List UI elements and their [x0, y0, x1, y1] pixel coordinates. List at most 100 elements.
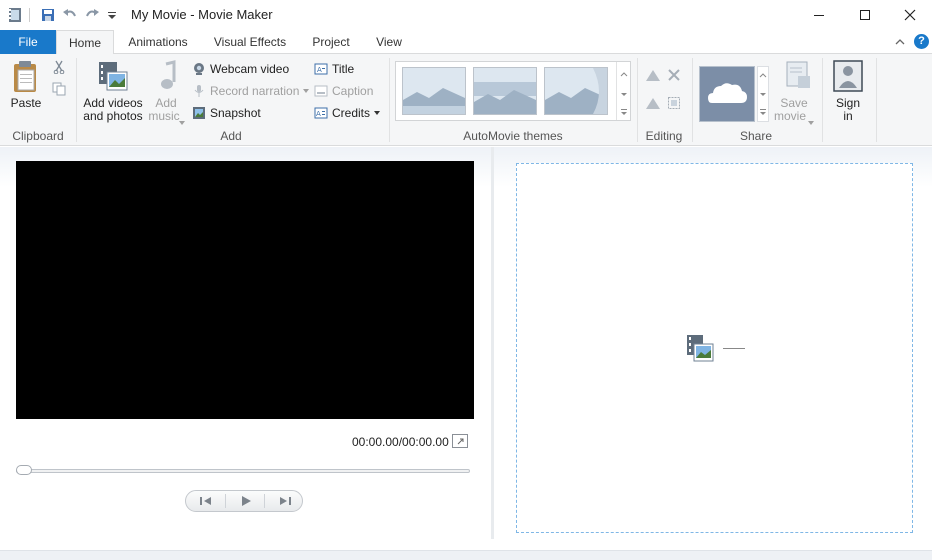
group-separator: [76, 58, 77, 142]
select-all-icon[interactable]: [667, 96, 681, 110]
save-icon[interactable]: [39, 6, 57, 24]
caption-label: Caption: [332, 84, 374, 98]
close-button[interactable]: [887, 0, 932, 30]
customize-qat-icon[interactable]: [103, 6, 121, 24]
svg-text:A: A: [317, 66, 322, 74]
save-movie-label-2[interactable]: movie: [772, 110, 808, 123]
microphone-icon: [194, 85, 204, 97]
maximize-button[interactable]: [842, 0, 888, 30]
add-music-label-2[interactable]: music: [146, 110, 182, 123]
app-icon[interactable]: [6, 6, 24, 24]
rotate-left-icon[interactable]: [645, 68, 661, 82]
credits-button[interactable]: A Credits: [314, 104, 381, 122]
collapse-ribbon-icon[interactable]: [892, 34, 908, 50]
cloud-icon: [708, 83, 747, 103]
redo-icon[interactable]: [83, 6, 101, 24]
add-videos-label-2[interactable]: and photos: [80, 110, 146, 123]
maximize-icon: [860, 10, 870, 20]
onedrive-share-button[interactable]: [699, 66, 755, 122]
group-separator: [692, 58, 693, 142]
credits-dropdown-icon: [374, 111, 381, 115]
help-icon[interactable]: ?: [914, 34, 929, 49]
caption-icon: [314, 85, 328, 97]
playback-time: 00:00.00/00:00.00: [352, 435, 449, 449]
title-icon: A: [314, 63, 328, 75]
save-movie-dropdown-icon[interactable]: [808, 114, 814, 125]
record-narration-label: Record narration: [210, 84, 300, 98]
snapshot-button[interactable]: Snapshot: [192, 104, 261, 122]
record-narration-button[interactable]: Record narration: [192, 82, 310, 100]
tab-project[interactable]: Project: [305, 30, 357, 54]
tab-animations[interactable]: Animations: [118, 30, 198, 54]
theme-thumbnail[interactable]: [544, 67, 608, 115]
credits-icon: A: [314, 107, 328, 119]
svg-text:A: A: [316, 110, 321, 118]
webcam-video-label: Webcam video: [210, 62, 290, 76]
group-editing-label: Editing: [645, 129, 683, 143]
minimize-button[interactable]: [796, 0, 842, 30]
previous-frame-button[interactable]: [186, 491, 225, 511]
snapshot-icon: [193, 107, 205, 119]
save-movie-icon: [784, 60, 812, 92]
tab-visual-effects[interactable]: Visual Effects: [206, 30, 294, 54]
playback-controls: [185, 490, 303, 512]
group-share-label: Share: [739, 129, 773, 143]
add-videos-icon: [97, 60, 129, 94]
automovie-themes-gallery: [395, 61, 631, 121]
qat-divider: [29, 8, 30, 22]
video-preview[interactable]: [16, 161, 474, 419]
ribbon-home: Paste Clipboard Add videos and photos Ad…: [0, 54, 932, 146]
add-music-dropdown-icon[interactable]: [179, 114, 185, 125]
theme-thumbnail[interactable]: [473, 67, 537, 115]
title-button[interactable]: A Title: [314, 60, 354, 78]
status-bar: [0, 550, 932, 560]
minimize-icon: [814, 15, 824, 16]
group-clipboard-label: Clipboard: [12, 129, 64, 143]
expand-icon: [457, 438, 464, 445]
copy-icon[interactable]: [52, 82, 66, 96]
caption-button[interactable]: Caption: [314, 82, 373, 100]
title-label: Title: [332, 62, 355, 76]
group-add-label: Add: [220, 129, 242, 143]
snapshot-label: Snapshot: [210, 106, 261, 120]
theme-thumbnail[interactable]: [402, 67, 466, 115]
pane-splitter[interactable]: [491, 147, 494, 539]
cut-icon[interactable]: [52, 60, 66, 75]
previous-frame-icon: [199, 497, 211, 505]
tab-home[interactable]: Home: [56, 30, 114, 55]
paste-icon: [10, 60, 42, 94]
credits-label: Credits: [332, 106, 371, 120]
group-separator: [822, 58, 823, 142]
title-bar: My Movie - Movie Maker: [0, 0, 932, 30]
close-icon: [904, 9, 916, 21]
tab-view[interactable]: View: [369, 30, 409, 54]
sign-in-icon: [833, 60, 863, 92]
ribbon-tab-bar: File Home Animations Visual Effects Proj…: [0, 30, 932, 55]
tab-file[interactable]: File: [0, 30, 56, 54]
gallery-scrollbar[interactable]: [616, 62, 630, 120]
group-separator: [876, 58, 877, 142]
webcam-video-button[interactable]: Webcam video: [192, 60, 289, 78]
window-title: My Movie - Movie Maker: [131, 7, 273, 22]
group-themes-label: AutoMovie themes: [463, 129, 563, 143]
play-icon: [241, 496, 251, 506]
add-music-icon: [156, 60, 180, 94]
next-frame-button[interactable]: [265, 491, 304, 511]
next-frame-icon: [279, 497, 291, 505]
undo-icon[interactable]: [61, 6, 79, 24]
insertion-marker: [723, 348, 745, 349]
paste-button[interactable]: Paste: [6, 97, 46, 110]
fullscreen-preview-button[interactable]: [452, 434, 468, 448]
seek-bar[interactable]: [16, 469, 470, 473]
share-gallery-scrollbar[interactable]: [757, 66, 769, 122]
seek-thumb[interactable]: [16, 465, 32, 475]
narration-dropdown-icon: [303, 89, 310, 93]
remove-icon[interactable]: [667, 68, 681, 82]
main-area: 00:00.00/00:00.00: [0, 147, 932, 560]
sign-in-label-2[interactable]: in: [830, 110, 866, 123]
rotate-right-icon[interactable]: [645, 96, 661, 110]
storyboard-area[interactable]: [516, 163, 913, 533]
play-button[interactable]: [226, 491, 265, 511]
add-media-icon[interactable]: [686, 334, 714, 362]
webcam-icon: [194, 63, 204, 75]
